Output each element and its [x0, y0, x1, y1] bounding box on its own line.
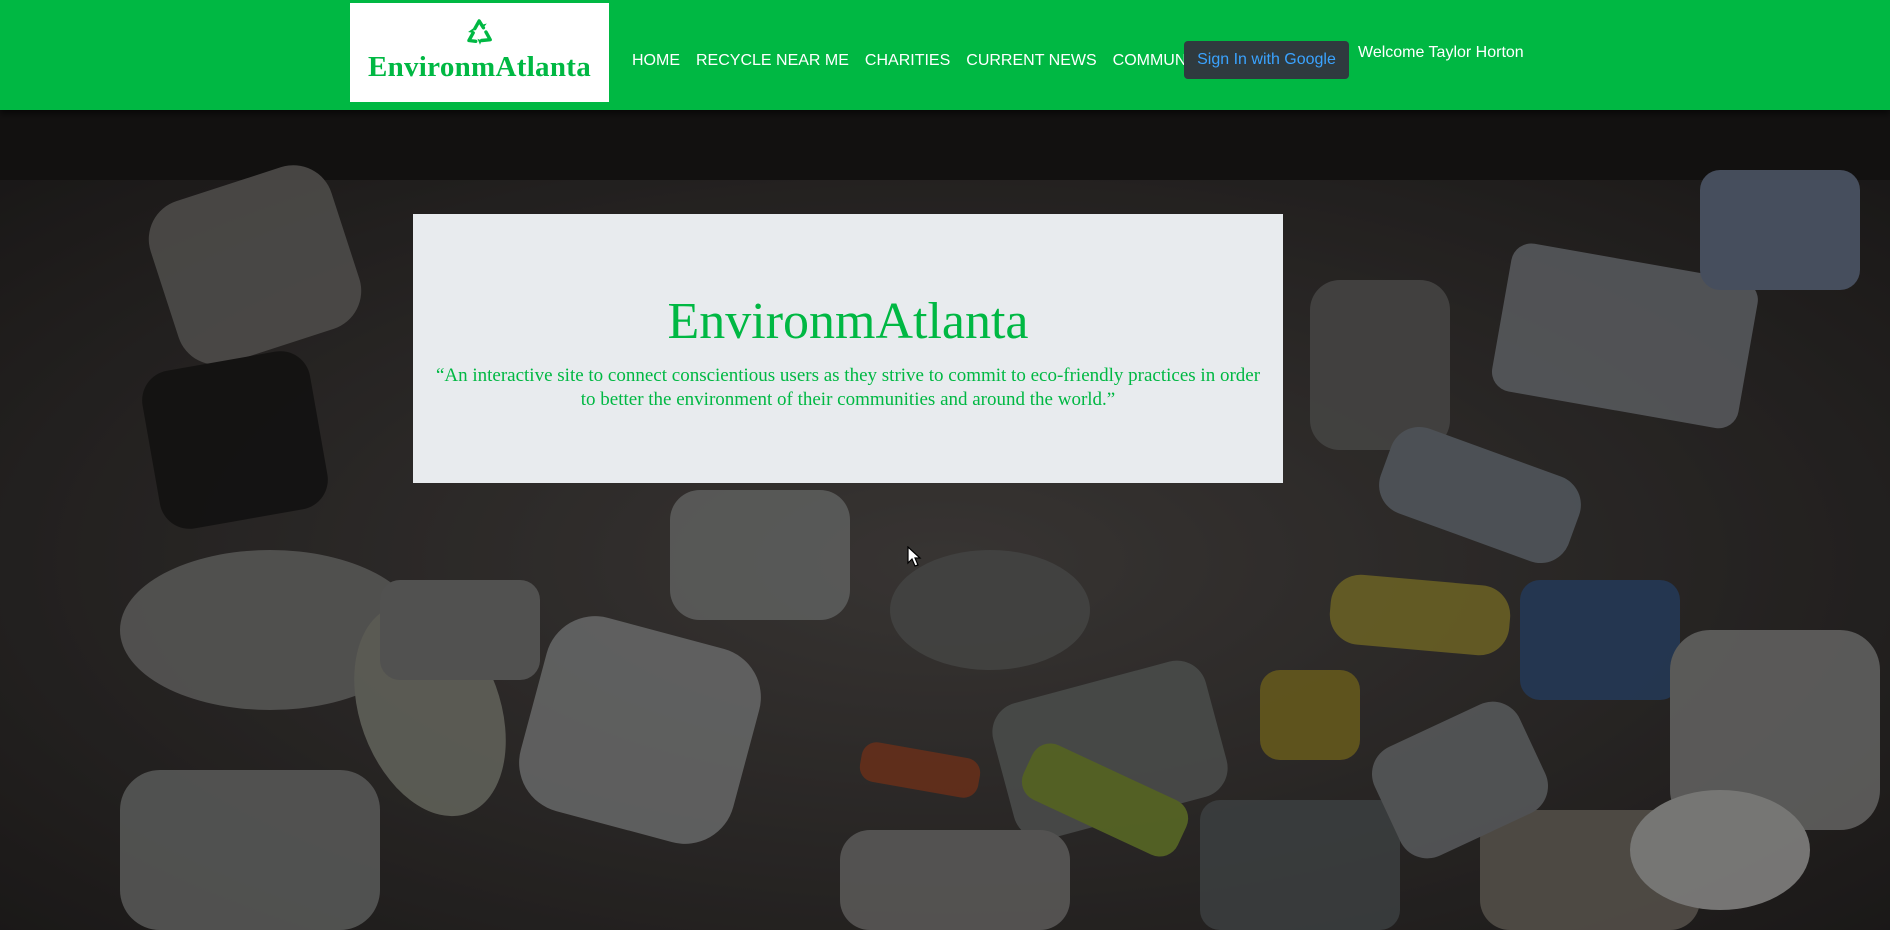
recycle-icon — [466, 19, 492, 45]
hero-tagline: “An interactive site to connect conscien… — [435, 365, 1261, 410]
sign-in-google-button[interactable]: Sign In with Google — [1184, 41, 1349, 79]
hero-title: EnvironmAtlanta — [667, 293, 1029, 350]
nav-charities[interactable]: CHARITIES — [865, 52, 950, 70]
main-nav: HOME RECYCLE NEAR ME CHARITIES CURRENT N… — [632, 52, 1227, 70]
welcome-text: Welcome Taylor Horton — [1358, 44, 1524, 61]
nav-recycle-near-me[interactable]: RECYCLE NEAR ME — [696, 52, 849, 70]
logo[interactable]: EnvironmAtlanta — [350, 3, 609, 102]
nav-home[interactable]: HOME — [632, 52, 680, 70]
top-navbar: EnvironmAtlanta HOME RECYCLE NEAR ME CHA… — [0, 0, 1890, 110]
intro-card: EnvironmAtlanta “An interactive site to … — [413, 214, 1283, 483]
hero-section: EnvironmAtlanta “An interactive site to … — [0, 110, 1890, 930]
mouse-cursor-icon — [907, 546, 922, 567]
logo-text: EnvironmAtlanta — [367, 51, 592, 83]
nav-current-news[interactable]: CURRENT NEWS — [966, 52, 1096, 70]
